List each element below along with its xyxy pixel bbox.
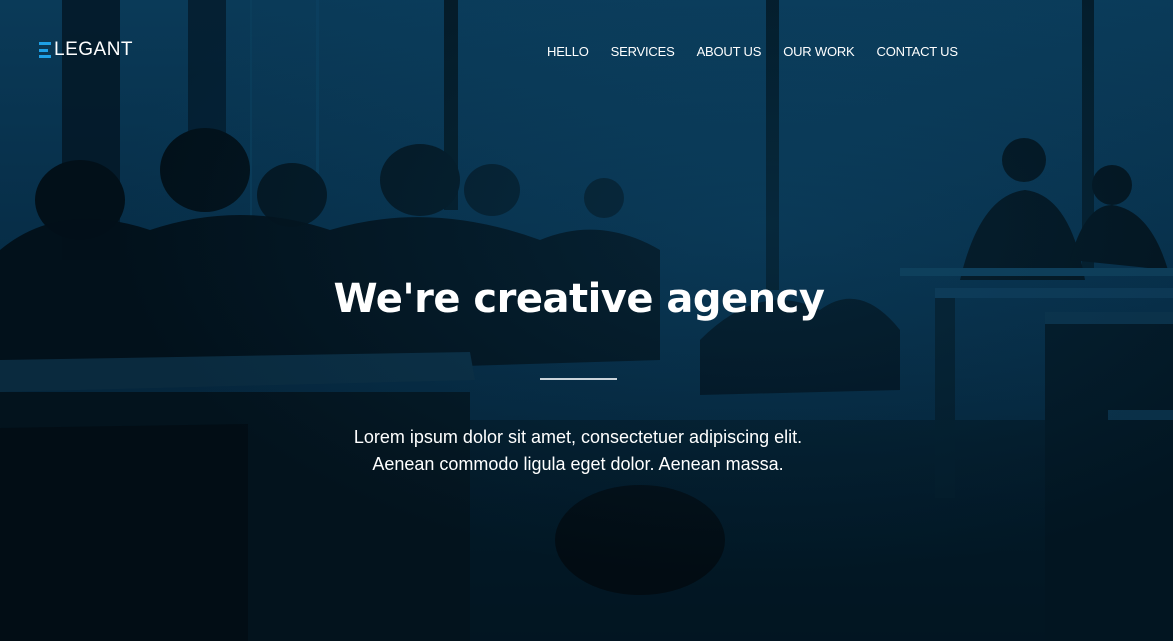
logo-e-mark-icon: [39, 42, 51, 58]
hero-headline: We're creative agency: [333, 276, 825, 322]
site-logo[interactable]: LEGANT: [39, 39, 133, 61]
hero-subtext: Lorem ipsum dolor sit amet, consectetuer…: [0, 424, 1156, 478]
hero-section: LEGANT HELLO SERVICES ABOUT US OUR WORK …: [0, 0, 1173, 641]
hero-subtext-line-2: Aenean commodo ligula eget dolor. Aenean…: [372, 454, 784, 474]
site-header: LEGANT HELLO SERVICES ABOUT US OUR WORK …: [0, 0, 1173, 100]
nav-item-hello[interactable]: HELLO: [536, 44, 600, 59]
main-nav: HELLO SERVICES ABOUT US OUR WORK CONTACT…: [536, 44, 969, 59]
headline-divider: [540, 378, 617, 380]
nav-item-contact-us[interactable]: CONTACT US: [866, 44, 969, 59]
hero-subtext-line-1: Lorem ipsum dolor sit amet, consectetuer…: [353, 427, 803, 447]
nav-item-our-work[interactable]: OUR WORK: [772, 44, 865, 59]
nav-item-services[interactable]: SERVICES: [600, 44, 686, 59]
nav-item-about-us[interactable]: ABOUT US: [686, 44, 773, 59]
logo-text: LEGANT: [54, 39, 134, 60]
